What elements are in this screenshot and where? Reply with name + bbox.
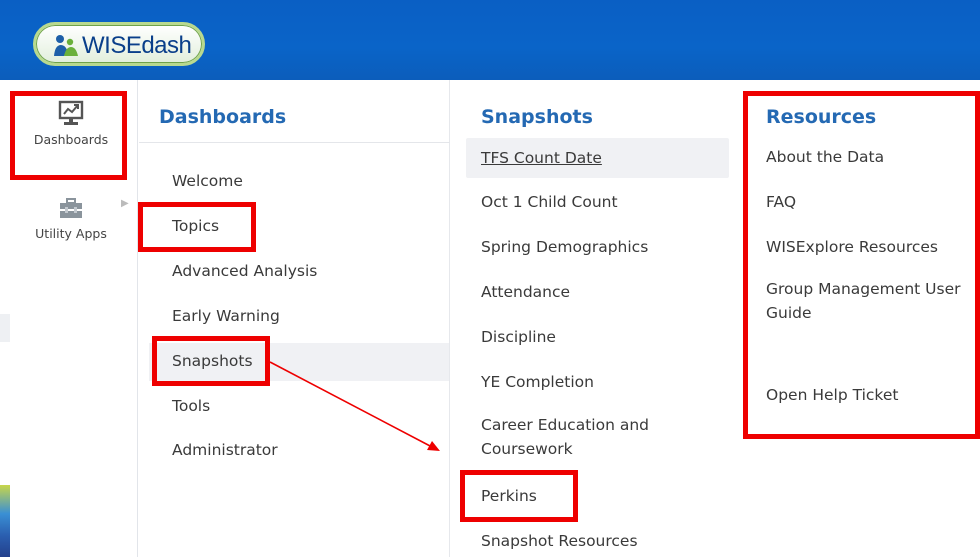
dash-item-advanced-analysis[interactable]: Advanced Analysis — [172, 262, 317, 280]
snap-item-attendance[interactable]: Attendance — [481, 280, 570, 304]
annotation-box-topics — [138, 202, 256, 252]
annotation-box-perkins — [460, 470, 578, 522]
annotation-box-resources — [743, 91, 980, 439]
annotation-box-snapshots — [152, 336, 270, 386]
chevron-right-icon: ▶ — [121, 198, 129, 209]
wisedash-logo[interactable]: WISEdash — [33, 22, 205, 66]
dashboards-heading: Dashboards — [159, 106, 287, 128]
top-header: WISEdash — [0, 0, 980, 80]
dash-item-administrator[interactable]: Administrator — [172, 441, 278, 459]
snap-item-tfs-count-date[interactable]: TFS Count Date — [481, 146, 602, 170]
annotation-box-dashboards — [10, 91, 127, 180]
dashboards-menu: Dashboards Welcome Topics Advanced Analy… — [139, 80, 450, 557]
logo-text: WISEdash — [82, 32, 192, 59]
toolbox-icon — [60, 198, 82, 218]
snap-item-spring-demographics[interactable]: Spring Demographics — [481, 235, 648, 259]
divider — [139, 142, 450, 143]
dash-item-welcome[interactable]: Welcome — [172, 172, 243, 190]
dash-item-tools[interactable]: Tools — [172, 397, 210, 415]
rail-label-utility-apps: Utility Apps — [35, 226, 107, 241]
snap-item-snapshot-resources[interactable]: Snapshot Resources — [481, 529, 638, 553]
snap-item-ye-completion[interactable]: YE Completion — [481, 370, 594, 394]
rail-item-utility-apps[interactable]: Utility Apps — [15, 198, 127, 241]
dash-item-early-warning[interactable]: Early Warning — [172, 307, 280, 325]
snapshots-heading: Snapshots — [481, 106, 593, 128]
people-logo-icon — [54, 35, 78, 56]
background-divider — [0, 314, 10, 342]
background-decoration — [0, 485, 10, 557]
snap-item-career-education[interactable]: Career Education and Coursework — [481, 413, 681, 461]
snap-item-discipline[interactable]: Discipline — [481, 325, 556, 349]
snap-item-oct-1-child-count[interactable]: Oct 1 Child Count — [481, 190, 618, 214]
